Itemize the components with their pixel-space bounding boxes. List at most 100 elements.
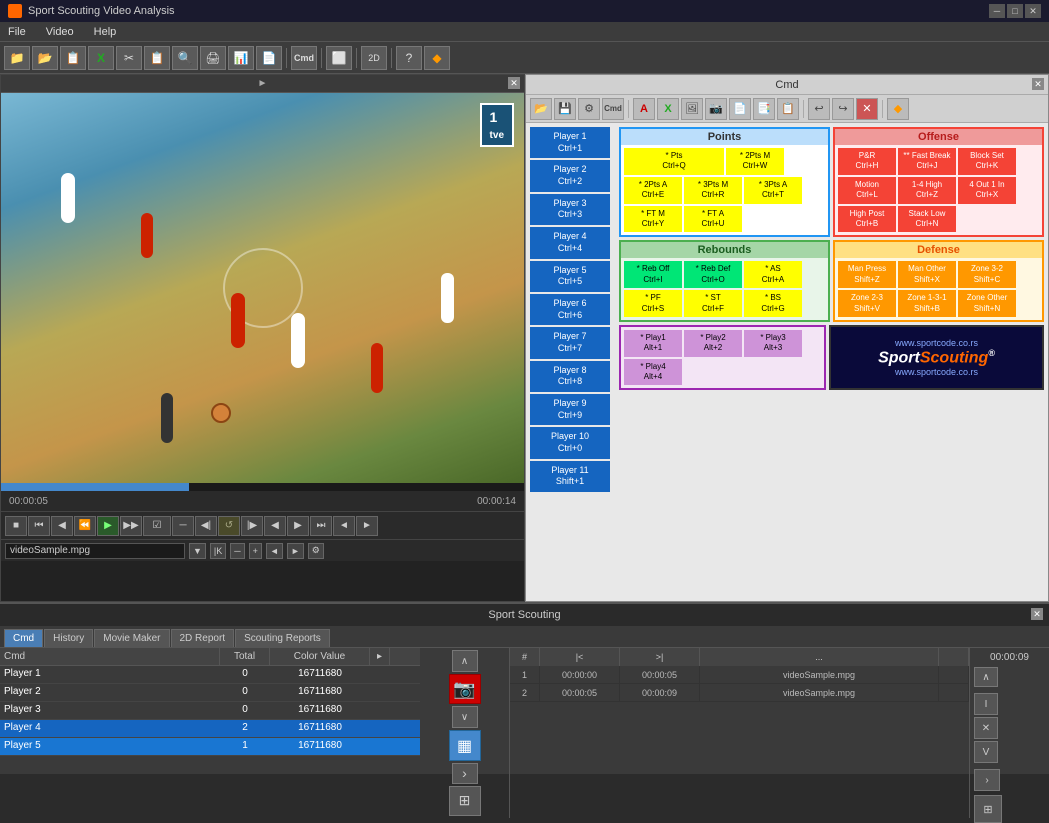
rewind-button[interactable]: ◀	[51, 516, 73, 536]
video-screen[interactable]: 1tve	[1, 93, 524, 483]
fta-btn[interactable]: * FT ACtrl+U	[684, 206, 742, 233]
frp-x-btn[interactable]: ✕	[974, 717, 998, 739]
manother-btn[interactable]: Man OtherShift+X	[898, 261, 956, 288]
frp-grid-btn[interactable]: ⊞	[974, 795, 1002, 823]
player-5-btn[interactable]: Player 5Ctrl+5	[530, 261, 610, 292]
player-8-btn[interactable]: Player 8Ctrl+8	[530, 361, 610, 392]
player-4-btn[interactable]: Player 4Ctrl+4	[530, 227, 610, 258]
cmd-tb-doc2[interactable]: 📑	[753, 98, 775, 120]
cmd-tb-delete[interactable]: ✕	[856, 98, 878, 120]
slow-fwd-btn[interactable]: |▶	[241, 516, 263, 536]
vol-down-btn[interactable]: ◄	[333, 516, 355, 536]
menu-help[interactable]: Help	[90, 26, 121, 38]
tb-search[interactable]: 🔍	[172, 46, 198, 70]
manpress-btn[interactable]: Man PressShift+Z	[838, 261, 896, 288]
frp-i-btn[interactable]: I	[974, 693, 998, 715]
tab-2d-report[interactable]: 2D Report	[171, 629, 235, 647]
zone131-btn[interactable]: Zone 1-3-1Shift+B	[898, 290, 956, 317]
fn-dash[interactable]: ─	[230, 543, 244, 559]
st-btn[interactable]: * STCtrl+F	[684, 290, 742, 317]
minus-btn[interactable]: ─	[172, 516, 194, 536]
cmd-tb-excel[interactable]: X	[657, 98, 679, 120]
zone32-btn[interactable]: Zone 3-2Shift+C	[958, 261, 1016, 288]
zone23-btn[interactable]: Zone 2-3Shift+V	[838, 290, 896, 317]
br-row[interactable]: 1 00:00:00 00:00:05 videoSample.mpg	[510, 666, 969, 684]
tb-cut[interactable]: ✂	[116, 46, 142, 70]
cmd-tb-info[interactable]: ◆	[887, 98, 909, 120]
tb-chart[interactable]: 📊	[228, 46, 254, 70]
play3-btn[interactable]: * Play3Alt+3	[744, 330, 802, 357]
fn-plus[interactable]: +	[249, 543, 262, 559]
cmd-tb-open[interactable]: 📂	[530, 98, 552, 120]
14h-btn[interactable]: 1-4 HighCtrl+Z	[898, 177, 956, 204]
fn-back[interactable]: ◄	[266, 543, 283, 559]
frp-v-btn[interactable]: V	[974, 741, 998, 763]
tb-new[interactable]: 📁	[4, 46, 30, 70]
cmd-tb-gear[interactable]: ⚙	[578, 98, 600, 120]
pts-btn[interactable]: * PtsCtrl+Q	[624, 148, 724, 175]
cmd-tb-save[interactable]: 💾	[554, 98, 576, 120]
frp-up-btn[interactable]: ∧	[974, 667, 998, 687]
2pta-btn[interactable]: * 2Pts ACtrl+E	[624, 177, 682, 204]
tb-2d[interactable]: 2D	[361, 46, 387, 70]
bc-icon-btn2[interactable]: ▦	[449, 730, 481, 760]
frp-fwd-btn[interactable]: ›	[974, 769, 1000, 791]
block-set-btn[interactable]: Block SetCtrl+K	[958, 148, 1016, 175]
loop-btn[interactable]: ↺	[218, 516, 240, 536]
cmd-tb-img2[interactable]: 📷	[705, 98, 727, 120]
fast-fwd-btn[interactable]: ⏭	[310, 516, 332, 536]
menu-file[interactable]: File	[4, 26, 30, 38]
table-row[interactable]: Player 3 0 16711680	[0, 702, 420, 720]
stacklow-btn[interactable]: Stack LowCtrl+N	[898, 206, 956, 233]
cmd-tb-back[interactable]: ↩	[808, 98, 830, 120]
player-1-btn[interactable]: Player 1Ctrl+1	[530, 127, 610, 158]
motion-btn[interactable]: MotionCtrl+L	[838, 177, 896, 204]
bc-icon-btn1[interactable]: 📷	[449, 674, 481, 704]
tb-open[interactable]: 📂	[32, 46, 58, 70]
2ptm-btn[interactable]: * 2Pts MCtrl+W	[726, 148, 784, 175]
tb-info[interactable]: ◆	[424, 46, 450, 70]
player-3-btn[interactable]: Player 3Ctrl+3	[530, 194, 610, 225]
tb-vertical[interactable]: ⬜	[326, 46, 352, 70]
bc-grid-btn[interactable]: ⊞	[449, 786, 481, 816]
pf-btn[interactable]: * PFCtrl+S	[624, 290, 682, 317]
mark-out-btn[interactable]: ▶	[287, 516, 309, 536]
player-9-btn[interactable]: Player 9Ctrl+9	[530, 394, 610, 425]
bs-btn[interactable]: * BSCtrl+G	[744, 290, 802, 317]
3pta-btn[interactable]: * 3Pts ACtrl+T	[744, 177, 802, 204]
bc-down-btn[interactable]: ∨	[452, 706, 478, 728]
play4-btn[interactable]: * Play4Alt+4	[624, 359, 682, 386]
play1-btn[interactable]: * Play1Alt+1	[624, 330, 682, 357]
br-row[interactable]: 2 00:00:05 00:00:09 videoSample.mpg	[510, 684, 969, 702]
table-row[interactable]: Player 1 0 16711680	[0, 666, 420, 684]
player-11-btn[interactable]: Player 11Shift+1	[530, 461, 610, 492]
bc-add-btn[interactable]: ›	[452, 763, 478, 784]
tab-history[interactable]: History	[44, 629, 93, 647]
filename-input[interactable]	[5, 543, 185, 559]
rewind-fast-button[interactable]: ⏮	[28, 516, 50, 536]
highpost-btn[interactable]: High PostCtrl+B	[838, 206, 896, 233]
table-row[interactable]: Player 2 0 16711680	[0, 684, 420, 702]
bottom-close-button[interactable]: ✕	[1031, 608, 1043, 620]
checkbox-btn[interactable]: ☑	[143, 516, 171, 536]
table-row-selected[interactable]: Player 4 2 16711680	[0, 720, 420, 738]
tab-movie-maker[interactable]: Movie Maker	[94, 629, 169, 647]
fn-fwd[interactable]: ►	[287, 543, 304, 559]
reboff-btn[interactable]: * Reb OffCtrl+I	[624, 261, 682, 288]
as-btn[interactable]: * ASCtrl+A	[744, 261, 802, 288]
table-row[interactable]: Player 5 1 16711680	[0, 738, 420, 756]
play2-btn[interactable]: * Play2Alt+2	[684, 330, 742, 357]
step-back-button[interactable]: ⏪	[74, 516, 96, 536]
ftm-btn[interactable]: * FT MCtrl+Y	[624, 206, 682, 233]
slow-back-btn[interactable]: ◀|	[195, 516, 217, 536]
player-7-btn[interactable]: Player 7Ctrl+7	[530, 327, 610, 358]
tab-cmd[interactable]: Cmd	[4, 629, 43, 647]
close-button[interactable]: ✕	[1025, 4, 1041, 18]
tb-cmd[interactable]: Cmd	[291, 46, 317, 70]
tb-paste[interactable]: 📋	[144, 46, 170, 70]
bc-up-btn[interactable]: ∧	[452, 650, 478, 672]
minimize-button[interactable]: ─	[989, 4, 1005, 18]
4out-btn[interactable]: 4 Out 1 InCtrl+X	[958, 177, 1016, 204]
forward-button[interactable]: ▶▶	[120, 516, 142, 536]
play-button[interactable]: ▶	[97, 516, 119, 536]
